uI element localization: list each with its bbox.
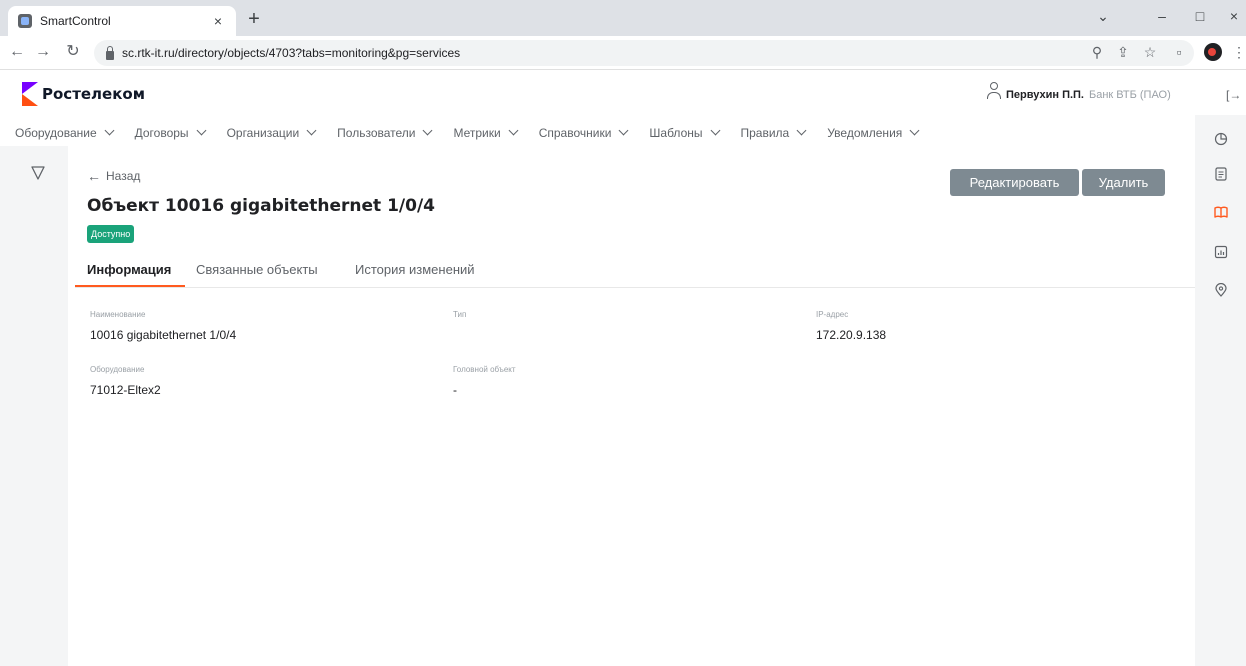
logout-icon[interactable]: [→: [1226, 88, 1241, 102]
equipment-value[interactable]: 71012-Eltex2: [90, 383, 161, 397]
tab-search-icon[interactable]: ⌄: [1093, 8, 1113, 25]
equipment-label: Оборудование: [90, 365, 145, 374]
report-icon[interactable]: [1214, 245, 1228, 259]
name-label: Наименование: [90, 310, 146, 319]
book-icon[interactable]: [1214, 205, 1228, 219]
name-value: 10016 gigabitethernet 1/0/4: [90, 328, 237, 342]
menu-item-templates[interactable]: Шаблоны: [649, 120, 720, 146]
status-badge: Доступно: [87, 225, 135, 243]
active-tab-indicator: [75, 285, 185, 287]
tab-change-history[interactable]: История изменений: [355, 262, 475, 288]
favicon-icon: [18, 14, 32, 28]
chevron-down-icon: [796, 125, 807, 135]
user-name[interactable]: Первухин П.П.: [1006, 89, 1084, 101]
right-sidebar: [1195, 115, 1246, 666]
user-organization: Банк ВТБ (ПАО): [1089, 89, 1171, 101]
user-icon: [986, 82, 1001, 102]
reload-icon[interactable]: ↻: [64, 44, 82, 60]
menu-item-users[interactable]: Пользователи: [337, 120, 433, 146]
menu-item-contracts[interactable]: Договоры: [135, 120, 207, 146]
forward-browser-icon[interactable]: →: [34, 44, 52, 60]
chevron-down-icon: [104, 125, 115, 135]
url-text: sc.rtk-it.ru/directory/objects/4703?tabs…: [122, 46, 461, 60]
arrow-left-icon: ←: [87, 168, 101, 184]
profile-avatar-icon[interactable]: [1204, 43, 1222, 61]
lock-icon: [106, 45, 114, 60]
chevron-down-icon: [618, 125, 629, 135]
logo[interactable]: Ростелеком: [22, 82, 145, 106]
chevron-down-icon: [909, 125, 920, 135]
menu-item-metrics[interactable]: Метрики: [453, 120, 519, 146]
chevron-down-icon: [306, 125, 317, 135]
menu-item-directories[interactable]: Справочники: [539, 120, 629, 146]
rostelecom-logo-icon: [22, 82, 38, 106]
menu-item-equipment[interactable]: Оборудование: [15, 120, 115, 146]
page-title: Объект 10016 gigabitethernet 1/0/4: [87, 196, 436, 216]
menu-item-notifications[interactable]: Уведомления: [827, 120, 920, 146]
menu-item-organizations[interactable]: Организации: [227, 120, 317, 146]
kebab-menu-icon[interactable]: ⋮: [1230, 44, 1246, 61]
object-tabs: Информация Связанные объекты История изм…: [75, 258, 1195, 288]
tab-close-icon[interactable]: ×: [210, 13, 226, 29]
tab-related-objects[interactable]: Связанные объекты: [196, 262, 318, 288]
filter-icon[interactable]: [31, 166, 45, 180]
browser-tabstrip: SmartControl × + ⌄ – □ ×: [0, 0, 1246, 36]
browser-tab-title: SmartControl: [40, 14, 111, 28]
main-menu: Оборудование Договоры Организации Пользо…: [0, 120, 1195, 146]
ip-value: 172.20.9.138: [816, 328, 887, 342]
sidepanel-icon[interactable]: ▫: [1170, 44, 1188, 60]
head-object-value: -: [453, 383, 457, 397]
head-object-label: Головной объект: [453, 365, 516, 374]
browser-toolbar: ← → ↻ sc.rtk-it.ru/directory/objects/470…: [0, 36, 1246, 70]
logo-text: Ростелеком: [42, 85, 145, 103]
type-label: Тип: [453, 310, 467, 319]
pie-chart-icon[interactable]: [1214, 132, 1228, 146]
edit-button[interactable]: Редактировать: [950, 169, 1079, 196]
bookmark-star-icon[interactable]: ☆: [1141, 44, 1159, 61]
close-window-icon[interactable]: ×: [1224, 8, 1244, 24]
document-icon[interactable]: [1214, 167, 1228, 181]
browser-tab[interactable]: SmartControl ×: [8, 6, 236, 36]
zoom-icon[interactable]: ⚲: [1088, 44, 1106, 61]
back-label: Назад: [106, 169, 141, 183]
left-sidebar: [0, 146, 68, 666]
share-icon[interactable]: ⇪: [1114, 44, 1132, 61]
chevron-down-icon: [508, 125, 519, 135]
maximize-icon[interactable]: □: [1190, 8, 1210, 24]
new-tab-button[interactable]: +: [242, 9, 266, 29]
minimize-icon[interactable]: –: [1152, 8, 1172, 24]
delete-button[interactable]: Удалить: [1082, 169, 1165, 196]
back-browser-icon[interactable]: ←: [8, 44, 26, 60]
back-link[interactable]: ← Назад: [87, 168, 140, 184]
ip-label: IP-адрес: [816, 310, 849, 319]
chevron-down-icon: [423, 125, 433, 135]
location-pin-icon[interactable]: [1214, 283, 1228, 297]
chevron-down-icon: [196, 125, 207, 135]
menu-item-rules[interactable]: Правила: [741, 120, 807, 146]
chevron-down-icon: [710, 125, 720, 135]
address-bar[interactable]: sc.rtk-it.ru/directory/objects/4703?tabs…: [94, 40, 1194, 66]
